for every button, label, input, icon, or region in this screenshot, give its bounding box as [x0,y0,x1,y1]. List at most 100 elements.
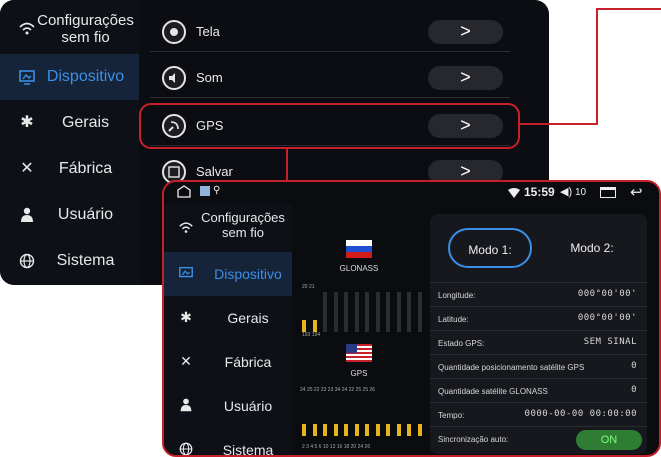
signal-bar [354,292,359,332]
speaker-icon [162,66,186,90]
signal-bar [323,424,327,436]
sidebar-item-wireless[interactable]: Configurações sem fio [164,204,292,250]
volume-icon[interactable]: ◀) [560,185,572,198]
info-key: Quantidade posicionamento satélite GPS [438,363,585,372]
front-sidebar: Configurações sem fio Dispositivo ✱ Gera… [164,204,292,457]
sidebar-item-user[interactable]: Usuário [164,384,292,428]
info-value: SEM SINAL [583,337,637,347]
russia-flag-icon [346,240,372,258]
clock: 15:59 [524,185,555,199]
sidebar-item-system[interactable]: Sistema [164,428,292,457]
info-key: Longitude: [438,291,476,300]
sidebar-item-system[interactable]: Sistema [0,238,139,284]
gps-info-panel: Modo 1: Modo 2: Longitude: 000°00'00' La… [430,214,647,454]
signal-bar [386,292,390,332]
sidebar-item-label: Usuário [57,206,114,223]
sidebar-item-label: Configurações sem fio [37,12,134,46]
info-value: 000°00'00' [577,289,637,299]
sidebar-item-factory[interactable]: ✕ Fábrica [164,340,292,384]
app-icon [200,186,210,196]
home-icon[interactable] [176,185,192,202]
signal-bar [386,424,390,436]
signal-bar [312,424,317,436]
auto-sync-toggle[interactable]: ON [576,430,642,450]
signal-bar [365,424,369,436]
signal-bar [417,292,422,332]
sidebar-item-user[interactable]: Usuário [0,192,139,238]
usa-flag-icon [346,344,372,362]
signal-bar [375,424,380,436]
sidebar-item-device[interactable]: Dispositivo [164,252,292,296]
gps-ticks-top: 24 25 22 23 23 34 24 22 25 25 26 [300,387,376,393]
sidebar-item-label: Gerais [227,310,269,326]
row-label: Salvar [196,164,233,179]
signal-bar [312,320,317,332]
info-key: Estado GPS: [438,339,485,348]
wifi-icon [178,220,194,236]
callout-line [596,8,598,125]
sidebar-item-factory[interactable]: ✕ Fábrica [0,146,139,192]
info-row-latitude: Latitude: 000°00'00' [430,306,647,330]
globe-icon [178,441,194,455]
chevron-right-icon[interactable]: > [428,20,503,44]
signal-bar [365,292,369,332]
back-icon[interactable]: ↩ [630,183,643,201]
info-value: 0000-00-00 00:00:00 [524,409,637,419]
info-key: Latitude: [438,315,469,324]
sidebar-item-label: Sistema [56,252,115,269]
glonass-label: GLONASS [339,264,379,273]
info-value: 0 [631,385,637,395]
sidebar-item-wireless[interactable]: Configurações sem fio [0,4,139,54]
status-bar: ⚲ 15:59 ◀) 10 ↩ [164,182,659,204]
callout-line [286,149,288,181]
info-key: Quantidade satélite GLONASS [438,387,548,396]
window-icon[interactable] [600,187,616,198]
gps-row-highlight [139,103,520,149]
back-sidebar: Configurações sem fio Dispositivo ✱ Gera… [0,0,139,285]
sidebar-item-label: Usuário [223,398,273,414]
settings-row-sound[interactable]: Som > [150,58,510,98]
signal-bar [333,424,338,436]
sidebar-item-label: Dispositivo [214,266,282,282]
signal-bar [407,292,411,332]
row-label: Som [196,70,223,85]
info-row-auto-sync: Sincronização auto: ON [430,426,647,454]
sidebar-item-label: Gerais [61,114,110,131]
gps-screen-device: ⚲ 15:59 ◀) 10 ↩ Configurações sem fio Di… [162,180,661,457]
signal-bar [333,292,338,332]
gear-icon: ✱ [180,309,192,325]
info-row-time: Tempo: 0000-00-00 00:00:00 [430,402,647,426]
callout-line [520,123,598,125]
sidebar-item-general[interactable]: ✱ Gerais [164,296,292,340]
signal-bar [396,424,401,436]
mode2-button[interactable]: Modo 2: [550,228,634,268]
sidebar-item-device[interactable]: Dispositivo [0,54,139,100]
device-icon [178,265,194,281]
satellite-signal-area: GLONASS 20 21 193 194 GPS 24 25 22 23 23… [294,204,430,455]
signal-bar [302,424,306,436]
signal-bar [302,320,306,332]
sidebar-item-label: Sistema [222,442,274,457]
sidebar-item-label: Dispositivo [46,68,125,85]
sidebar-item-label: Fábrica [224,354,272,370]
info-row-gps-sat-count: Quantidade posicionamento satélite GPS 0 [430,354,647,378]
tools-icon: ✕ [180,353,192,369]
info-row-glonass-count: Quantidade satélite GLONASS 0 [430,378,647,402]
chevron-right-icon[interactable]: > [428,66,503,90]
sidebar-item-label: Fábrica [58,160,113,177]
settings-row-screen[interactable]: Tela > [150,12,510,52]
signal-bar [344,292,348,332]
gps-label: GPS [350,369,368,378]
signal-bar [344,424,348,436]
sidebar-item-label: Configurações sem fio [201,210,285,240]
gps-ticks-small: 193 194 [302,332,321,338]
row-label: Tela [196,24,220,39]
signal-bar [396,292,401,332]
sidebar-item-general[interactable]: ✱ Gerais [0,100,139,146]
mode1-button[interactable]: Modo 1: [448,228,532,268]
signal-bar [417,424,422,436]
gps-ticks-bottom: 2 3 4 5 6 10 13 16 18 20 24 26 [302,444,371,450]
signal-bar [375,292,380,332]
glonass-ticks: 20 21 [302,284,315,290]
user-icon [178,397,194,413]
